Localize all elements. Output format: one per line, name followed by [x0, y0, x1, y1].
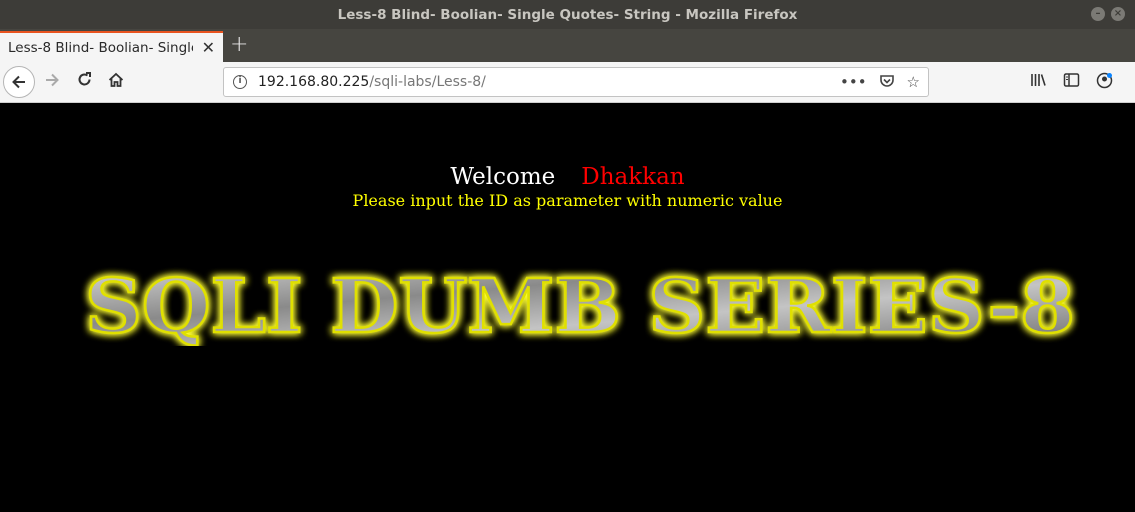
- library-icon[interactable]: [1030, 72, 1047, 93]
- url-bar[interactable]: i 192.168.80.225/sqli-labs/Less-8/ ••• ☆: [223, 67, 929, 97]
- user-name: Dhakkan: [581, 164, 685, 190]
- account-icon[interactable]: [1096, 72, 1113, 93]
- window-controls: – ×: [1091, 7, 1125, 21]
- window-titlebar: Less-8 Blind- Boolian- Single Quotes- St…: [0, 0, 1135, 29]
- new-tab-icon[interactable]: +: [230, 32, 248, 57]
- bookmark-star-icon[interactable]: ☆: [907, 73, 920, 93]
- reload-icon[interactable]: [73, 71, 95, 93]
- tab-title: Less-8 Blind- Boolian- Single Quotes- St…: [8, 39, 193, 56]
- welcome-line: Welcome Dhakkan: [0, 164, 1135, 190]
- page-actions-icon[interactable]: •••: [840, 73, 867, 93]
- back-icon[interactable]: [3, 66, 35, 98]
- window-title: Less-8 Blind- Boolian- Single Quotes- St…: [337, 6, 798, 23]
- url-path: /sqli-labs/Less-8/: [369, 74, 486, 90]
- url-actions: ••• ☆: [840, 73, 920, 93]
- tab-active[interactable]: Less-8 Blind- Boolian- Single Quotes- St…: [0, 31, 223, 62]
- minimize-icon[interactable]: –: [1091, 7, 1105, 21]
- tab-close-icon[interactable]: ✕: [202, 38, 215, 57]
- toolbar-right: [1030, 72, 1113, 93]
- page-content: Welcome Dhakkan Please input the ID as pa…: [0, 103, 1135, 512]
- navigation-bar: i 192.168.80.225/sqli-labs/Less-8/ ••• ☆: [0, 62, 1135, 103]
- url-host: 192.168.80.225: [258, 74, 370, 90]
- pocket-icon[interactable]: [879, 73, 895, 93]
- welcome-text: Welcome: [450, 164, 556, 190]
- sidebar-icon[interactable]: [1063, 72, 1080, 93]
- banner-text: SQLI DUMB SERIES-8: [85, 266, 1075, 346]
- home-icon[interactable]: [105, 71, 127, 94]
- url-text[interactable]: 192.168.80.225/sqli-labs/Less-8/: [258, 74, 486, 90]
- tab-strip: Less-8 Blind- Boolian- Single Quotes- St…: [0, 29, 1135, 62]
- instruction-text: Please input the ID as parameter with nu…: [352, 191, 783, 210]
- close-window-icon[interactable]: ×: [1111, 7, 1125, 21]
- site-info-icon[interactable]: i: [233, 75, 247, 89]
- banner-logo: SQLI DUMB SERIES-8: [84, 266, 1077, 346]
- forward-icon[interactable]: [41, 71, 63, 94]
